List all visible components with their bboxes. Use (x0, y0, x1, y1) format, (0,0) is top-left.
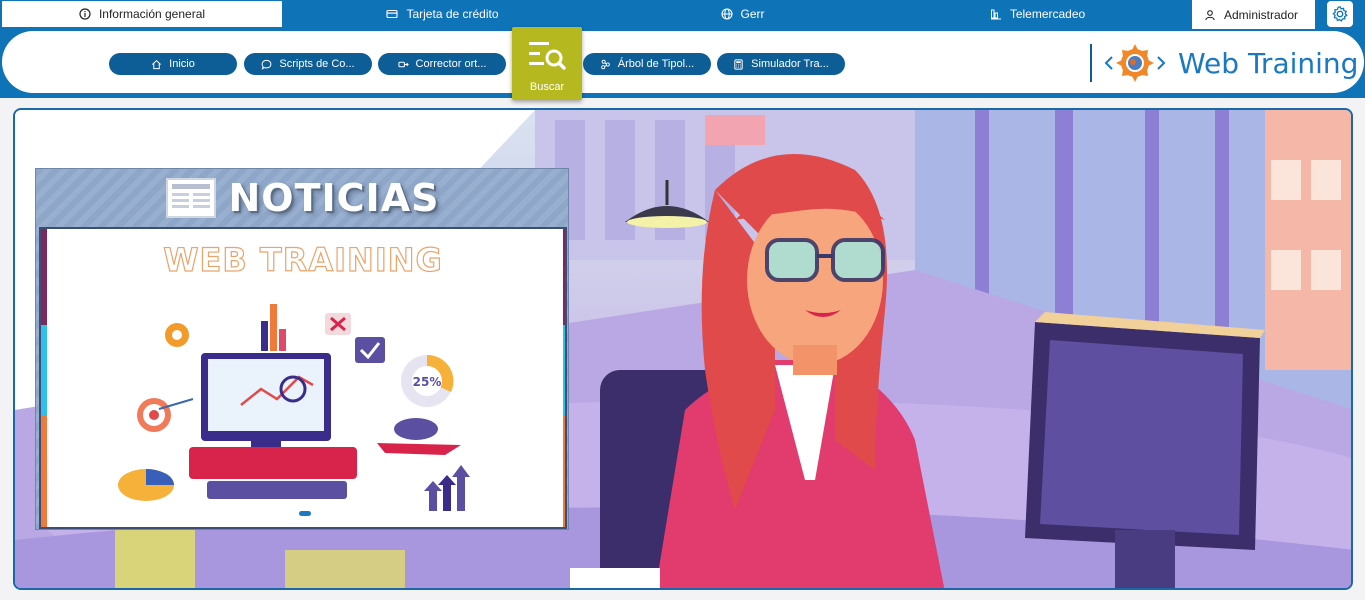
nav-label: Scripts de Co... (279, 58, 355, 70)
spellcheck-icon (397, 61, 409, 67)
home-icon (152, 59, 162, 69)
news-title: NOTICIAS (228, 176, 440, 220)
gear-icon (1332, 6, 1348, 22)
news-slide[interactable]: 25% WEB TRAINING (39, 227, 567, 529)
tab-informacion-general[interactable]: Información general (2, 1, 282, 27)
search-list-icon (529, 42, 566, 70)
tab-label: Información general (98, 7, 206, 21)
tab-telemercadeo[interactable]: Telemercadeo (980, 0, 1095, 28)
nav-label: Corrector ort... (415, 58, 487, 70)
settings-button[interactable] (1327, 1, 1353, 27)
tab-label: Telemercadeo (1009, 7, 1086, 21)
brand-divider (1090, 44, 1092, 82)
search-button[interactable]: Buscar (512, 27, 582, 100)
credit-card-icon (386, 9, 399, 19)
slide-title: WEB TRAINING (163, 240, 443, 279)
brand-logo[interactable]: Web Training (1090, 43, 1358, 83)
tree-icon (600, 59, 610, 69)
tab-tarjeta-credito[interactable]: Tarjeta de crédito (375, 0, 510, 28)
nav-label: Inicio (169, 58, 195, 70)
nav-arbol[interactable]: Árbol de Tipol... (583, 53, 711, 75)
tab-gerr[interactable]: Gerr (705, 0, 780, 28)
info-icon (79, 8, 91, 20)
search-label: Buscar (529, 81, 565, 93)
calculator-icon (734, 58, 743, 70)
chart-icon (990, 9, 1001, 20)
chat-icon (261, 59, 272, 70)
tab-label: Tarjeta de crédito (406, 7, 499, 21)
nav-inicio[interactable]: Inicio (109, 53, 237, 75)
nav-corrector[interactable]: Corrector ort... (378, 53, 506, 75)
pie-percent: 25% (413, 375, 442, 389)
user-menu[interactable]: Administrador (1192, 0, 1315, 29)
nav-scripts[interactable]: Scripts de Co... (244, 53, 372, 75)
newspaper-icon (165, 178, 216, 218)
nav-label: Árbol de Tipol... (617, 58, 695, 70)
top-bar: Información general Tarjeta de crédito G… (0, 0, 1365, 29)
tab-label: Gerr (740, 7, 765, 21)
nav-label: Simulador Tra... (751, 58, 829, 70)
code-sun-logo-icon (1104, 44, 1166, 82)
hero-banner: NOTICIAS 25% WEB TRAINING (13, 108, 1353, 590)
globe-icon (720, 8, 733, 20)
nav-simulador[interactable]: Simulador Tra... (717, 53, 845, 75)
news-panel: NOTICIAS 25% WEB TRAINING (35, 168, 569, 530)
main-nav: Inicio Scripts de Co... Corrector ort...… (2, 27, 1364, 100)
user-label: Administrador (1224, 7, 1299, 22)
main-nav-bar: Inicio Scripts de Co... Corrector ort...… (0, 27, 1365, 100)
user-icon (1205, 9, 1215, 20)
carousel-indicator[interactable] (299, 511, 311, 516)
brand-name: Web Training (1178, 46, 1359, 80)
news-header: NOTICIAS (36, 169, 568, 227)
